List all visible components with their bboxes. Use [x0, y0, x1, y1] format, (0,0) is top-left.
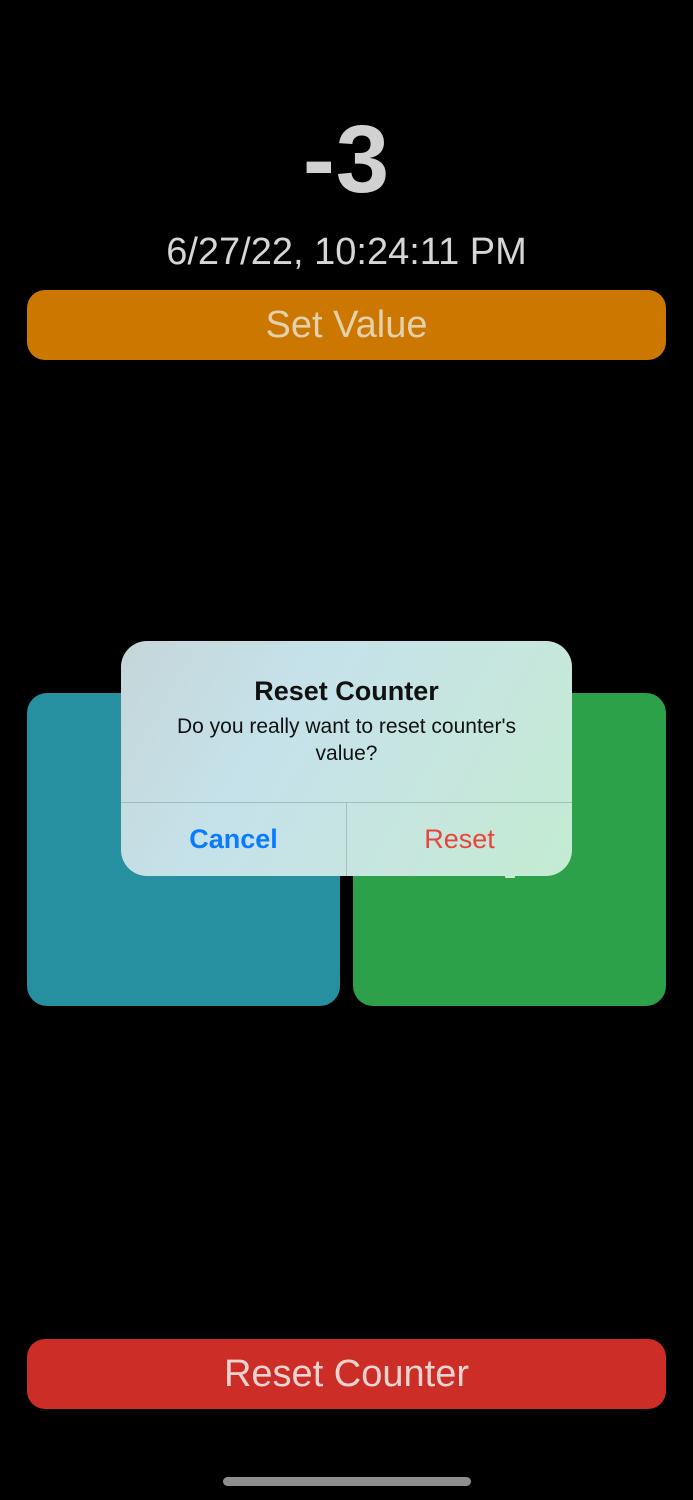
- counter-screen: -3 6/27/22, 10:24:11 PM Set Value Reset …: [0, 0, 693, 1500]
- alert-reset-button[interactable]: Reset: [347, 803, 572, 876]
- set-value-button[interactable]: Set Value: [27, 290, 666, 360]
- reset-counter-button[interactable]: Reset Counter: [27, 1339, 666, 1409]
- last-updated-timestamp: 6/27/22, 10:24:11 PM: [166, 231, 527, 273]
- alert-cancel-button[interactable]: Cancel: [121, 803, 346, 876]
- alert-title: Reset Counter: [254, 676, 439, 706]
- counter-value: -3: [302, 106, 391, 213]
- home-indicator[interactable]: [223, 1477, 471, 1486]
- reset-confirmation-alert: Reset Counter Do you really want to rese…: [121, 641, 572, 876]
- alert-message: Do you really want to reset counter's va…: [176, 715, 516, 765]
